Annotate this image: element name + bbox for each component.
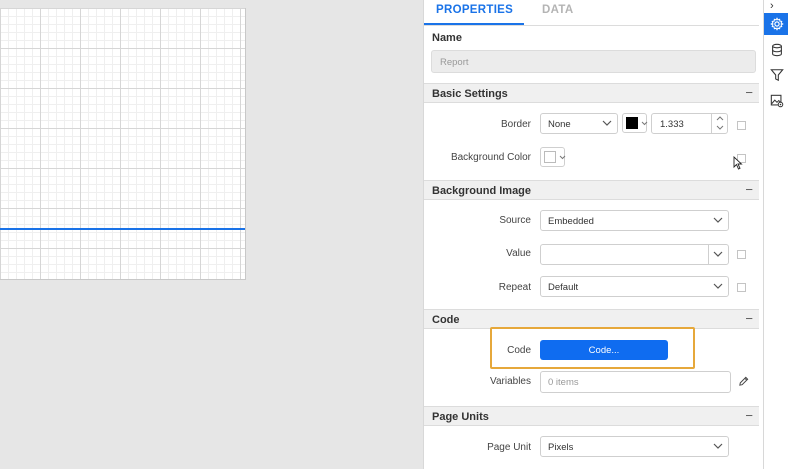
collapse-icon[interactable]: − xyxy=(745,408,753,423)
section-title: Code xyxy=(432,314,460,326)
database-icon xyxy=(771,43,782,57)
name-label: Name xyxy=(432,32,462,44)
chevron-down-icon xyxy=(713,279,723,296)
collapse-icon[interactable]: − xyxy=(745,311,753,326)
spin-arrows[interactable] xyxy=(711,114,727,133)
collapse-icon[interactable]: − xyxy=(745,85,753,100)
highlight-box xyxy=(490,327,695,369)
chevron-down-icon xyxy=(602,116,612,133)
source-value: Embedded xyxy=(548,216,594,227)
tab-data[interactable]: DATA xyxy=(542,4,573,16)
page-unit-label: Page Unit xyxy=(487,442,531,453)
image-settings-icon xyxy=(770,94,783,108)
border-width-value: 1.333 xyxy=(660,119,684,130)
border-width-input[interactable]: 1.333 xyxy=(651,113,728,134)
properties-panel: PROPERTIES DATA Name Report Basic Settin… xyxy=(423,0,763,469)
section-title: Basic Settings xyxy=(432,88,508,100)
section-page-units[interactable]: Page Units − xyxy=(424,406,759,426)
chevron-down-icon xyxy=(713,439,723,456)
data-toolbar-button[interactable] xyxy=(764,39,788,61)
chevron-down-icon xyxy=(713,247,723,264)
source-label: Source xyxy=(499,215,531,226)
border-label: Border xyxy=(500,119,531,130)
page-unit-value: Pixels xyxy=(548,442,574,453)
repeat-select[interactable]: Default xyxy=(540,276,729,297)
image-toolbar-button[interactable] xyxy=(764,90,788,112)
design-canvas[interactable] xyxy=(0,8,246,280)
pencil-icon[interactable] xyxy=(738,376,749,387)
repeat-label: Repeat xyxy=(498,282,531,293)
right-toolbar: › xyxy=(763,0,788,469)
background-color-label: Background Color xyxy=(450,152,531,163)
page-unit-select[interactable]: Pixels xyxy=(540,436,729,457)
variables-label: Variables xyxy=(490,376,531,387)
value-select[interactable] xyxy=(540,244,729,265)
spin-down-icon[interactable] xyxy=(716,124,724,133)
chevron-down-icon xyxy=(559,151,566,165)
section-code[interactable]: Code − xyxy=(424,309,759,329)
border-style-value: None xyxy=(548,119,571,130)
spin-up-icon[interactable] xyxy=(716,115,724,124)
panel-tabs: PROPERTIES DATA xyxy=(424,0,759,26)
border-checkbox[interactable] xyxy=(737,121,746,130)
section-title: Page Units xyxy=(432,411,489,423)
variables-input[interactable]: 0 items xyxy=(540,371,731,393)
border-style-select[interactable]: None xyxy=(540,113,618,134)
repeat-checkbox[interactable] xyxy=(737,283,746,292)
value-checkbox[interactable] xyxy=(737,250,746,259)
active-tab-indicator xyxy=(424,23,524,25)
section-basic-settings[interactable]: Basic Settings − xyxy=(424,83,759,103)
name-input: Report xyxy=(431,50,756,73)
collapse-icon[interactable]: − xyxy=(745,182,753,197)
canvas-guide-line xyxy=(0,228,245,230)
chevron-down-icon xyxy=(641,117,648,131)
properties-toolbar-button[interactable] xyxy=(764,13,788,35)
border-color-swatch xyxy=(626,117,638,129)
filter-toolbar-button[interactable] xyxy=(764,64,788,86)
filter-icon xyxy=(769,69,784,82)
select-divider xyxy=(708,245,709,264)
expand-chevron-icon[interactable]: › xyxy=(770,0,774,12)
source-select[interactable]: Embedded xyxy=(540,210,729,231)
value-label: Value xyxy=(506,248,531,259)
border-color-picker[interactable] xyxy=(622,113,648,133)
chevron-down-icon xyxy=(713,213,723,230)
background-color-swatch xyxy=(544,151,556,163)
gear-icon xyxy=(769,17,784,31)
repeat-value: Default xyxy=(548,282,579,293)
tab-properties[interactable]: PROPERTIES xyxy=(436,4,513,16)
section-background-image[interactable]: Background Image − xyxy=(424,180,759,200)
mouse-cursor-icon xyxy=(733,156,743,170)
background-color-picker[interactable] xyxy=(540,147,566,167)
section-title: Background Image xyxy=(432,185,532,197)
